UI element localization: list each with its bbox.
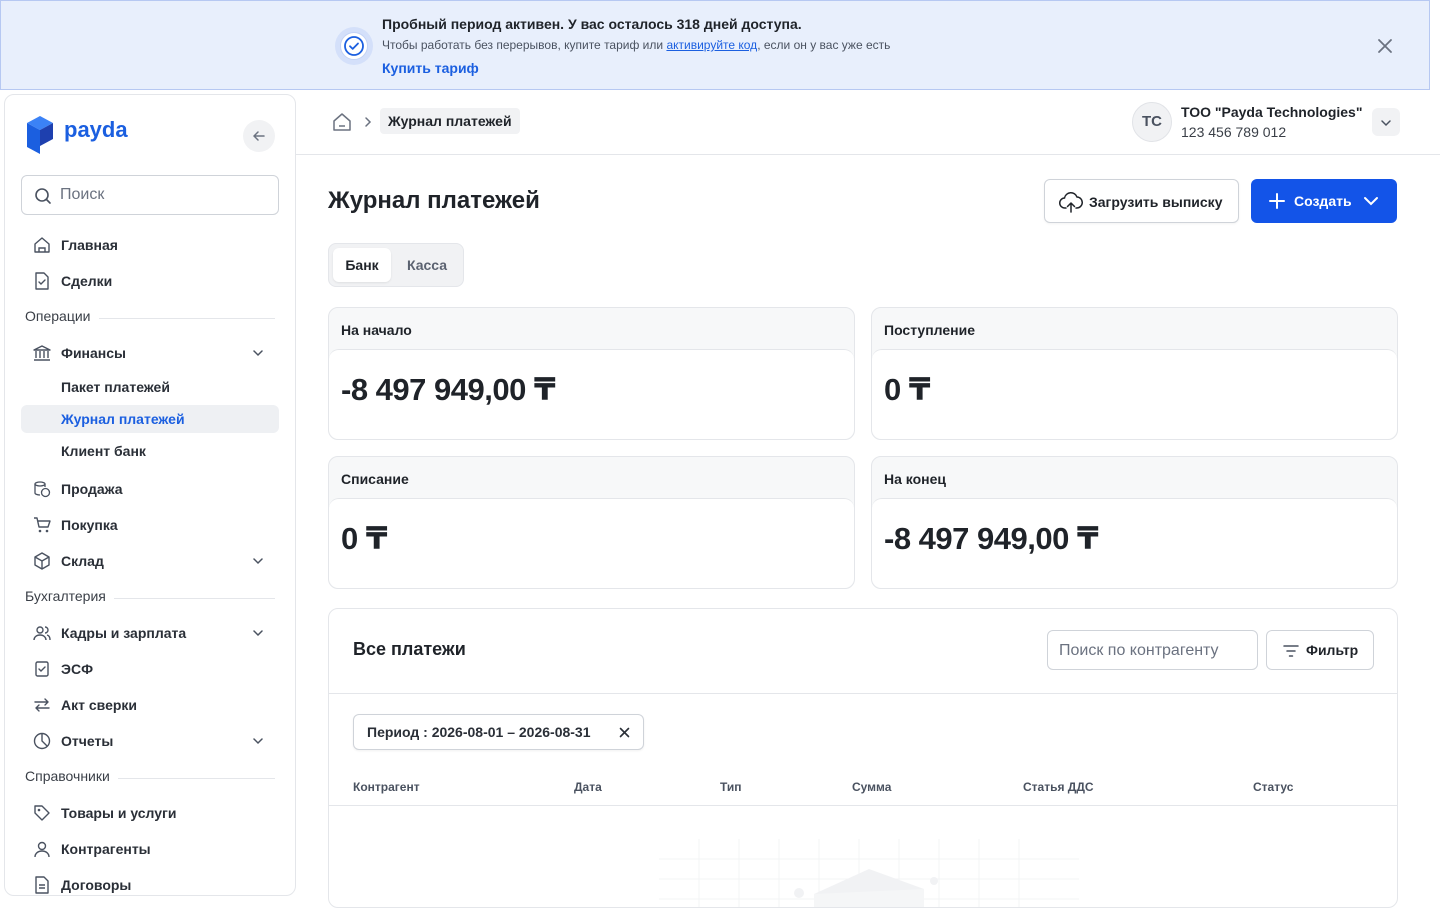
sidebar-search[interactable]: [21, 175, 279, 215]
arrows-swap-icon: [34, 698, 50, 712]
check-badge-icon: [335, 27, 373, 65]
payments-table-card: Все платежи Фильтр Период : 2026-08-01 –…: [328, 608, 1398, 908]
breadcrumb-current: Журнал платежей: [380, 108, 520, 134]
sidebar-item-esf[interactable]: ЭСФ: [21, 654, 279, 684]
activate-code-link[interactable]: активируйте код: [666, 38, 757, 52]
sidebar-item-deals[interactable]: Сделки: [21, 266, 279, 296]
sidebar: payda Главная Сделки Операции Финансы Па…: [4, 94, 296, 896]
column-header[interactable]: Контрагент: [353, 780, 420, 794]
box-icon: [34, 552, 50, 570]
pie-chart-icon: [33, 732, 51, 750]
card-closing-balance: На конец -8 497 949,00 ₸: [871, 456, 1398, 589]
upload-statement-button[interactable]: Загрузить выписку: [1044, 179, 1239, 223]
column-header[interactable]: Тип: [720, 780, 742, 794]
section-accounting: Бухгалтерия: [25, 588, 275, 608]
home-icon: [34, 237, 50, 253]
chevron-down-icon: [1381, 120, 1391, 127]
sidebar-item-hr[interactable]: Кадры и зарплата: [21, 618, 279, 648]
create-button[interactable]: Создать: [1251, 179, 1397, 223]
column-header[interactable]: Статус: [1253, 780, 1293, 794]
sidebar-item-contractors[interactable]: Контрагенты: [21, 834, 279, 864]
buy-plan-link[interactable]: Купить тариф: [382, 60, 479, 76]
search-input[interactable]: [60, 184, 260, 206]
closing-balance-value: -8 497 949,00 ₸: [884, 521, 1099, 556]
chevron-down-icon: [253, 738, 263, 745]
home-icon[interactable]: [332, 112, 352, 132]
sidebar-item-reports[interactable]: Отчеты: [21, 726, 279, 756]
page-title: Журнал платежей: [328, 187, 540, 214]
close-icon[interactable]: [1377, 38, 1393, 54]
payments-title: Все платежи: [353, 639, 466, 659]
column-header[interactable]: Сумма: [852, 780, 891, 794]
users-icon: [33, 626, 51, 641]
avatar[interactable]: TC: [1132, 102, 1172, 142]
sidebar-item-finance[interactable]: Финансы: [21, 338, 279, 368]
chevron-right-icon: [365, 117, 372, 127]
opening-balance-value: -8 497 949,00 ₸: [341, 372, 556, 407]
filter-icon: [1283, 645, 1299, 657]
account-type-tabs: Банк Касса: [328, 243, 464, 287]
plus-icon: [1269, 193, 1285, 209]
org-bin: 123 456 789 012: [1181, 124, 1287, 140]
invoice-check-icon: [35, 661, 49, 677]
chevron-down-icon: [1364, 197, 1378, 206]
sidebar-item-contracts[interactable]: Договоры: [21, 870, 279, 895]
empty-state-illustration: [659, 839, 1079, 907]
bank-icon: [33, 345, 51, 361]
chevron-down-icon: [253, 558, 263, 565]
card-outgo: Списание 0 ₸: [328, 456, 855, 589]
tab-bank[interactable]: Банк: [333, 248, 391, 282]
sidebar-item-home[interactable]: Главная: [21, 230, 279, 260]
contractor-search-input[interactable]: [1059, 640, 1249, 662]
coins-icon: [34, 481, 51, 498]
sidebar-item-warehouse[interactable]: Склад: [21, 546, 279, 576]
document-check-icon: [35, 272, 49, 290]
sidebar-item-sales[interactable]: Продажа: [21, 474, 279, 504]
section-references: Справочники: [25, 768, 275, 788]
column-header[interactable]: Статья ДДС: [1023, 780, 1094, 794]
topbar: Журнал платежей TC ТОО "Payda Technologi…: [296, 90, 1440, 155]
column-header[interactable]: Дата: [574, 780, 602, 794]
user-icon: [34, 841, 50, 858]
sidebar-item-client-bank[interactable]: Клиент банк: [21, 437, 279, 465]
chevron-down-icon: [253, 350, 263, 357]
cart-icon: [34, 517, 51, 533]
brand-name[interactable]: payda: [64, 117, 128, 143]
section-operations: Операции: [25, 308, 275, 328]
cloud-upload-icon: [1059, 191, 1083, 213]
card-income: Поступление 0 ₸: [871, 307, 1398, 440]
collapse-sidebar-button[interactable]: [243, 120, 275, 152]
sidebar-item-reconciliation[interactable]: Акт сверки: [21, 690, 279, 720]
banner-title: Пробный период активен. У вас осталось 3…: [382, 16, 802, 32]
banner-text: Чтобы работать без перерывов, купите тар…: [382, 38, 891, 52]
trial-banner: Пробный период активен. У вас осталось 3…: [0, 0, 1430, 90]
outgo-value: 0 ₸: [341, 521, 387, 556]
document-icon: [35, 876, 49, 894]
chevron-down-icon: [253, 630, 263, 637]
close-icon[interactable]: [619, 727, 630, 738]
sidebar-item-payment-journal[interactable]: Журнал платежей: [21, 405, 279, 433]
tab-cash[interactable]: Касса: [395, 248, 459, 282]
org-dropdown-button[interactable]: [1372, 108, 1400, 136]
tag-icon: [34, 805, 50, 821]
sidebar-item-goods[interactable]: Товары и услуги: [21, 798, 279, 828]
card-opening-balance: На начало -8 497 949,00 ₸: [328, 307, 855, 440]
org-name[interactable]: ТОО "Payda Technologies": [1181, 104, 1362, 120]
period-filter-chip[interactable]: Период : 2026-08-01 – 2026-08-31: [353, 714, 644, 750]
main-content: Журнал платежей TC ТОО "Payda Technologi…: [296, 90, 1440, 908]
payda-logo-icon[interactable]: [25, 115, 55, 160]
contractor-search[interactable]: [1047, 630, 1258, 670]
sidebar-item-purchase[interactable]: Покупка: [21, 510, 279, 540]
sidebar-item-payment-packet[interactable]: Пакет платежей: [21, 373, 279, 401]
income-value: 0 ₸: [884, 372, 930, 407]
filter-button[interactable]: Фильтр: [1266, 630, 1374, 670]
search-icon: [35, 188, 51, 204]
